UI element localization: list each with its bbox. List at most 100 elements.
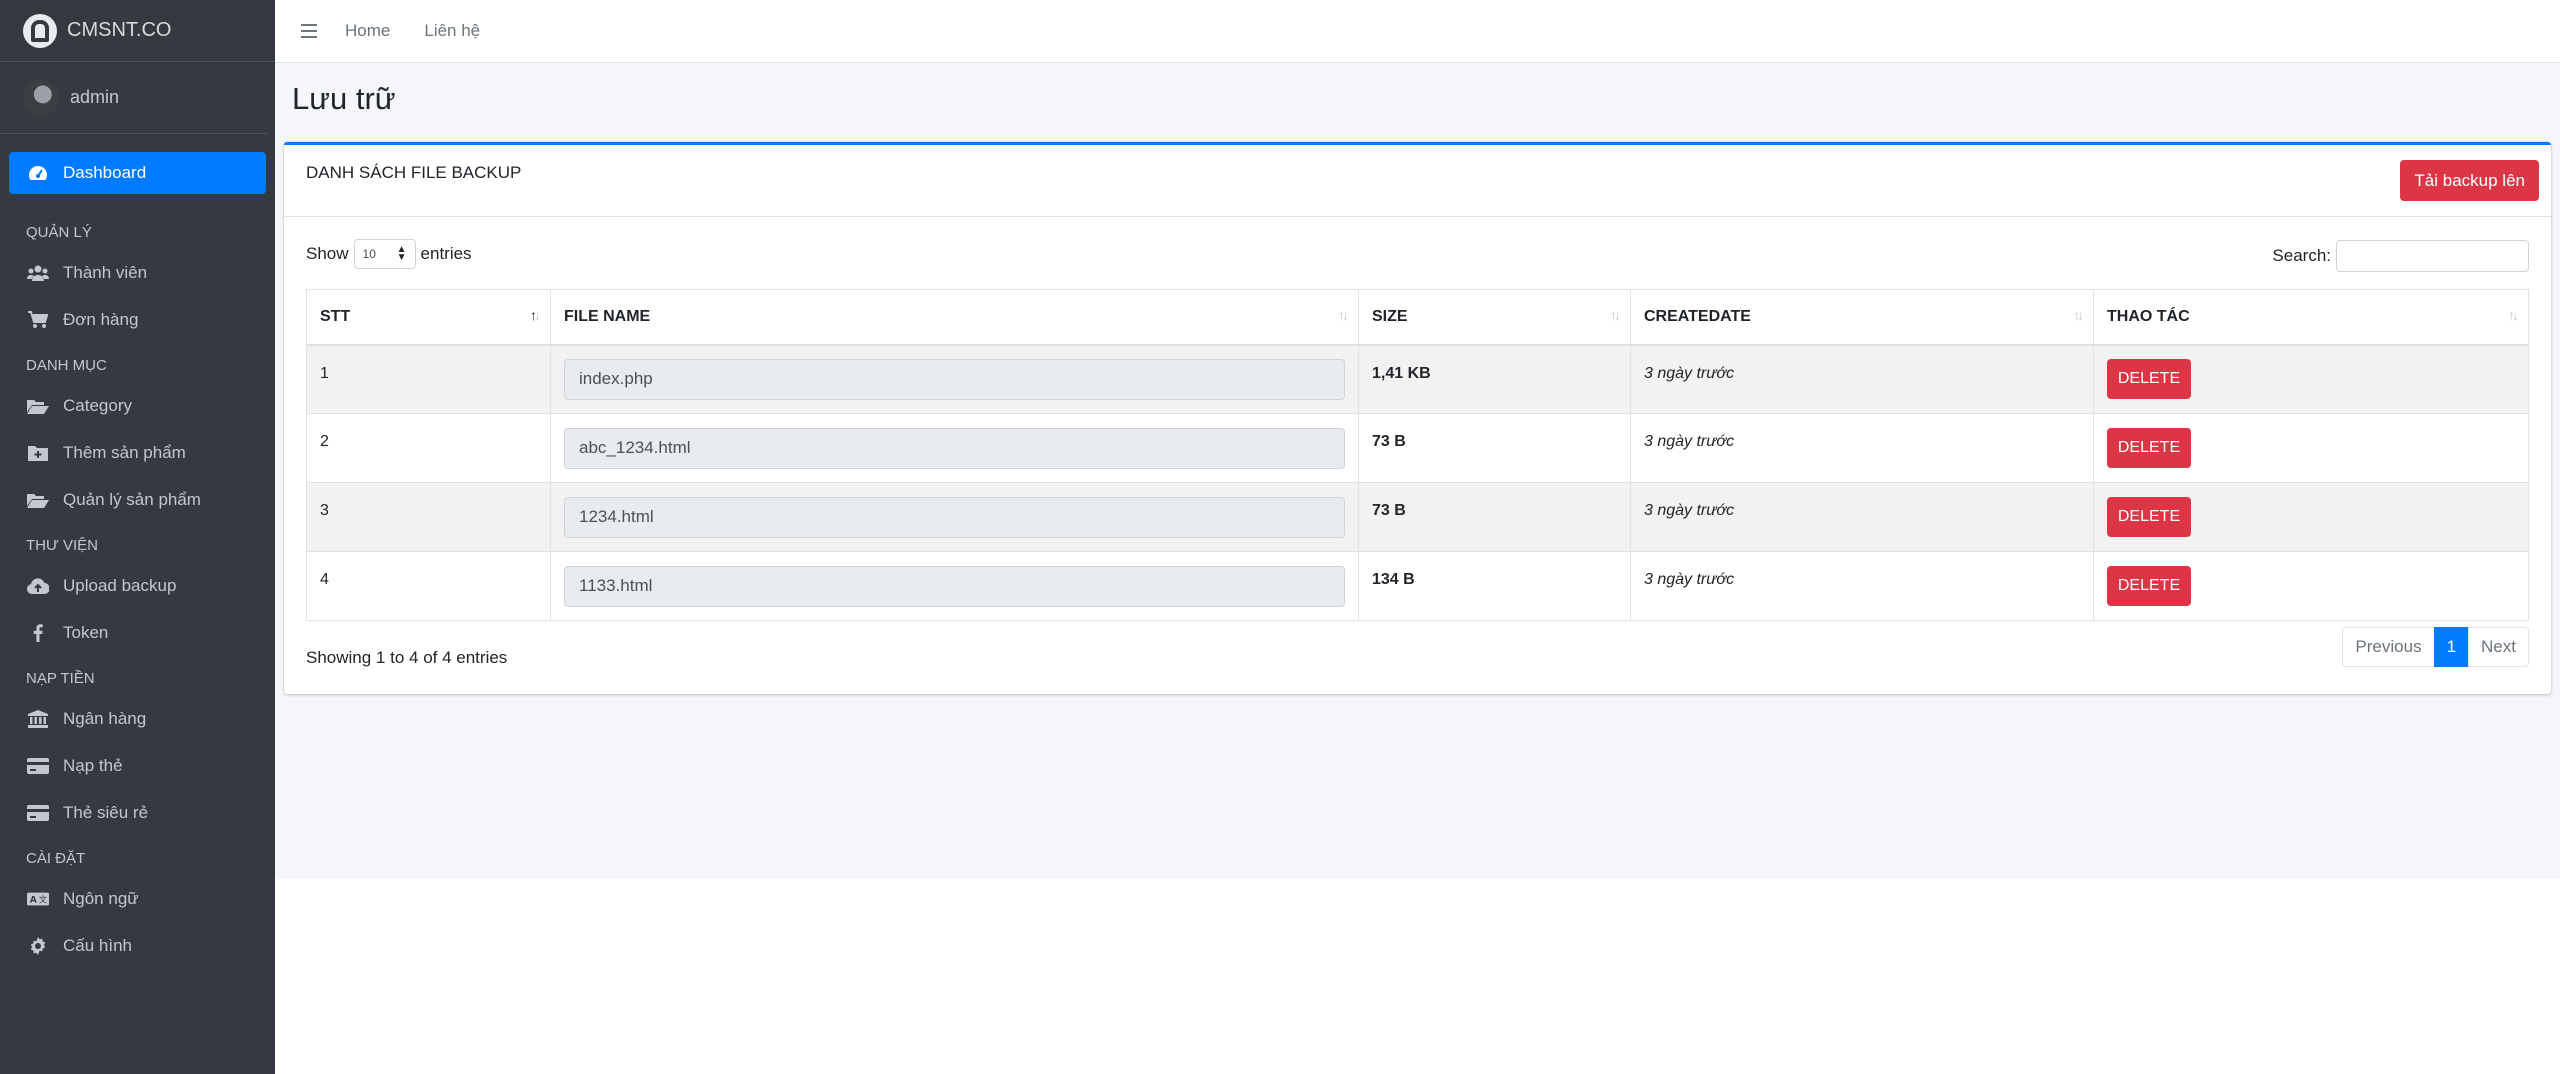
cell-file-name: 1133.html bbox=[550, 551, 1359, 621]
entries-label: entries bbox=[420, 244, 472, 263]
nav-header-nap-tien: NẠP TIỀN bbox=[26, 670, 95, 687]
sidebar-item-label: Thêm sản phẩm bbox=[63, 443, 186, 462]
sidebar-item-quan-ly-san-pham[interactable]: Quản lý sản phẩm bbox=[9, 478, 266, 522]
nav-header-danh-muc: DANH MỤC bbox=[26, 357, 107, 374]
sort-icon: ↑↓ bbox=[2508, 307, 2519, 323]
sidebar-item-nap-the[interactable]: Nạp thẻ bbox=[9, 744, 266, 788]
svg-text:文: 文 bbox=[39, 895, 47, 905]
nav-header-thu-vien: THƯ VIỆN bbox=[26, 537, 98, 554]
cell-action: DELETE bbox=[2093, 482, 2529, 552]
search-input[interactable] bbox=[2336, 240, 2529, 272]
backup-table: STT ↑↓ FILE NAME ↑↓ SIZE ↑↓ CREATEDATE ↑↓ TH… bbox=[306, 289, 2529, 621]
folder-open-icon bbox=[27, 491, 49, 509]
sidebar-item-upload-backup[interactable]: Upload backup bbox=[9, 564, 266, 608]
table-row: 2 abc_1234.html 73 B 3 ngày trước DELETE bbox=[306, 413, 2529, 483]
delete-button[interactable]: DELETE bbox=[2107, 428, 2191, 468]
user-panel[interactable]: admin bbox=[0, 62, 267, 134]
card-header: DANH SÁCH FILE BACKUP Tải backup lên bbox=[284, 145, 2551, 217]
facebook-icon bbox=[27, 624, 49, 642]
sidebar-item-token[interactable]: Token bbox=[9, 611, 266, 655]
upload-backup-button[interactable]: Tải backup lên bbox=[2400, 160, 2539, 201]
cell-size: 1,41 KB bbox=[1358, 344, 1631, 414]
column-header-thao-tac[interactable]: THAO TÁC ↑↓ bbox=[2093, 289, 2529, 346]
users-icon bbox=[27, 264, 49, 282]
sidebar-item-them-san-pham[interactable]: Thêm sản phẩm bbox=[9, 431, 266, 475]
pagination: Previous 1 Next bbox=[2342, 627, 2529, 667]
tachometer-icon bbox=[27, 164, 49, 182]
select-caret-icon: ▲ ▼ bbox=[396, 244, 407, 263]
sidebar-item-dashboard[interactable]: Dashboard bbox=[9, 152, 266, 194]
credit-card-icon bbox=[27, 757, 49, 775]
sidebar-item-the-sieu-re[interactable]: Thẻ siêu rẻ bbox=[9, 791, 266, 835]
svg-text:A: A bbox=[30, 895, 38, 906]
cloud-upload-icon bbox=[27, 577, 49, 595]
sidebar-item-cau-hinh[interactable]: Cấu hình bbox=[9, 924, 266, 968]
table-row: 4 1133.html 134 B 3 ngày trước DELETE bbox=[306, 551, 2529, 621]
sidebar-item-label: Cấu hình bbox=[63, 936, 132, 955]
table-header-row: STT ↑↓ FILE NAME ↑↓ SIZE ↑↓ CREATEDATE ↑↓ TH… bbox=[306, 289, 2529, 346]
file-name-field: index.php bbox=[564, 358, 1345, 400]
table-row: 3 1234.html 73 B 3 ngày trước DELETE bbox=[306, 482, 2529, 552]
sidebar-item-thanh-vien[interactable]: Thành viên bbox=[9, 251, 266, 295]
delete-button[interactable]: DELETE bbox=[2107, 566, 2191, 606]
sidebar-item-label: Thành viên bbox=[63, 263, 148, 282]
cell-stt: 3 bbox=[306, 482, 551, 552]
sidebar-item-label: Token bbox=[63, 623, 109, 642]
cell-stt: 4 bbox=[306, 551, 551, 621]
cell-createdate: 3 ngày trước bbox=[1630, 551, 2094, 621]
sidebar-item-ngon-ngu[interactable]: A文 Ngôn ngữ bbox=[9, 877, 266, 921]
sidebar-item-label: Nạp thẻ bbox=[63, 756, 123, 775]
nav-header-cai-dat: CÀI ĐẶT bbox=[26, 850, 86, 867]
nav-link-contact[interactable]: Liên hệ bbox=[424, 21, 480, 41]
brand-logo-icon bbox=[23, 13, 57, 48]
delete-button[interactable]: DELETE bbox=[2107, 359, 2191, 400]
card-title: DANH SÁCH FILE BACKUP bbox=[306, 163, 522, 182]
sidebar-item-label: Thẻ siêu rẻ bbox=[63, 803, 149, 822]
column-header-stt[interactable]: STT ↑↓ bbox=[306, 289, 551, 346]
brand-link[interactable]: CMSNT.CO bbox=[0, 0, 275, 62]
gear-icon bbox=[27, 937, 49, 955]
user-name: admin bbox=[70, 87, 120, 107]
sidebar: CMSNT.CO admin Dashboard QUẢN LÝ Thành v… bbox=[0, 0, 275, 1074]
cell-size: 73 B bbox=[1358, 413, 1631, 483]
cell-size: 134 B bbox=[1358, 551, 1631, 621]
sidebar-item-label: Upload backup bbox=[63, 576, 177, 595]
sidebar-item-ngan-hang[interactable]: Ngân hàng bbox=[9, 697, 266, 741]
cell-createdate: 3 ngày trước bbox=[1630, 344, 2094, 414]
pagination-next[interactable]: Next bbox=[2468, 627, 2529, 667]
sidebar-item-label: Quản lý sản phẩm bbox=[63, 490, 201, 509]
sidebar-item-category[interactable]: Category bbox=[9, 384, 266, 428]
language-icon: A文 bbox=[27, 890, 49, 908]
cell-stt: 1 bbox=[306, 344, 551, 414]
sidebar-item-label: Dashboard bbox=[63, 163, 147, 182]
nav-link-home[interactable]: Home bbox=[345, 21, 390, 41]
cell-action: DELETE bbox=[2093, 551, 2529, 621]
table-row: 1 index.php 1,41 KB 3 ngày trước DELETE bbox=[306, 344, 2529, 414]
sort-icon: ↑↓ bbox=[2073, 307, 2084, 323]
cart-icon bbox=[27, 311, 49, 329]
pagination-previous[interactable]: Previous bbox=[2342, 627, 2435, 667]
sort-icon: ↑↓ bbox=[530, 307, 541, 323]
delete-button[interactable]: DELETE bbox=[2107, 497, 2191, 537]
top-navbar: Home Liên hệ bbox=[275, 0, 2560, 63]
column-header-size[interactable]: SIZE ↑↓ bbox=[1358, 289, 1631, 346]
column-header-file-name[interactable]: FILE NAME ↑↓ bbox=[550, 289, 1359, 346]
column-header-createdate[interactable]: CREATEDATE ↑↓ bbox=[1630, 289, 2094, 346]
menu-toggle-icon[interactable] bbox=[301, 24, 317, 38]
cell-file-name: abc_1234.html bbox=[550, 413, 1359, 483]
avatar bbox=[23, 79, 59, 116]
sidebar-nav: Dashboard QUẢN LÝ Thành viên Đơn hàng DA… bbox=[0, 134, 275, 968]
page-length-select[interactable]: 10 ▲ ▼ bbox=[353, 239, 416, 269]
sidebar-item-don-hang[interactable]: Đơn hàng bbox=[9, 298, 266, 342]
table-controls: Show 10 ▲ ▼ entries Search: bbox=[284, 217, 2551, 289]
pagination-page[interactable]: 1 bbox=[2433, 627, 2470, 667]
cell-action: DELETE bbox=[2093, 344, 2529, 414]
backup-card: DANH SÁCH FILE BACKUP Tải backup lên Sho… bbox=[284, 142, 2551, 694]
show-label: Show bbox=[306, 244, 349, 263]
table-info: Showing 1 to 4 of 4 entries bbox=[306, 648, 508, 667]
cell-file-name: index.php bbox=[550, 344, 1359, 414]
folder-plus-icon bbox=[27, 444, 49, 462]
folder-open-icon bbox=[27, 397, 49, 415]
cell-size: 73 B bbox=[1358, 482, 1631, 552]
page-title: Lưu trữ bbox=[292, 81, 396, 116]
